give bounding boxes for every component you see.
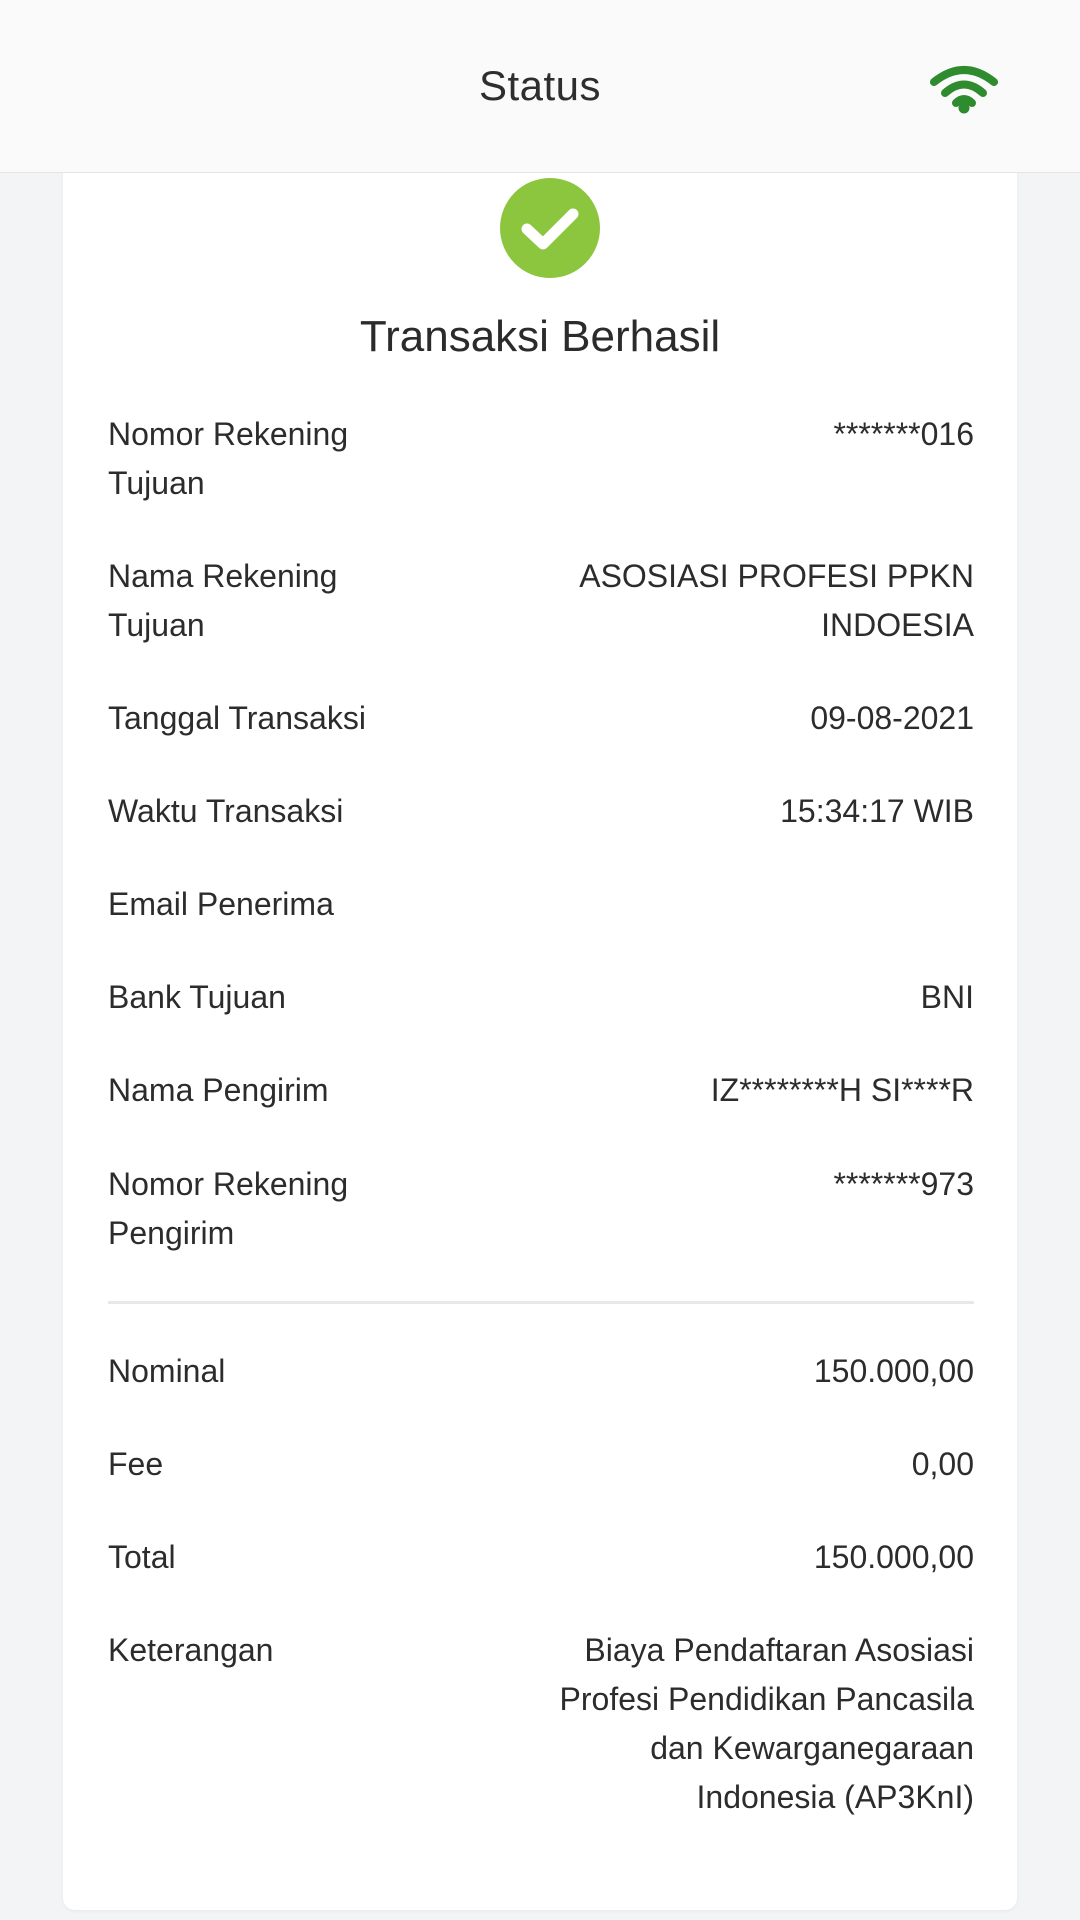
detail-row-destination-bank: Bank Tujuan BNI: [108, 973, 974, 1023]
amount-row-fee: Fee 0,00: [108, 1440, 974, 1490]
amount-label: Keterangan: [108, 1632, 274, 1668]
detail-row-destination-account-number: Nomor Rekening Tujuan *******016: [108, 410, 974, 510]
detail-row-sender-name: Nama Pengirim IZ********H SI****R: [108, 1066, 974, 1116]
detail-label: Nama Pengirim: [108, 1072, 329, 1108]
amount-value: Biaya Pendaftaran Asosiasi Profesi Pendi…: [559, 1632, 974, 1815]
amount-label: Fee: [108, 1446, 164, 1482]
amount-value: 0,00: [911, 1446, 974, 1482]
detail-row-sender-account-number: Nomor Rekening Pengirim *******973: [108, 1160, 974, 1260]
wifi-icon: [930, 66, 998, 114]
amount-value: 150.000,00: [813, 1353, 974, 1389]
detail-value: BNI: [920, 979, 974, 1015]
detail-label: Waktu Transaksi: [108, 793, 344, 829]
transaction-status-title: Transaksi Berhasil: [359, 312, 721, 361]
detail-value: 09-08-2021: [810, 700, 974, 736]
detail-row-transaction-time: Waktu Transaksi 15:34:17 WIB: [108, 787, 974, 837]
detail-label: Bank Tujuan: [108, 979, 286, 1015]
detail-label: Nomor Rekening Tujuan: [108, 416, 349, 501]
detail-value: IZ********H SI****R: [710, 1072, 974, 1108]
check-circle-icon: [500, 178, 600, 278]
detail-value: *******973: [833, 1166, 974, 1202]
detail-label: Nama Rekening Tujuan: [108, 558, 338, 643]
detail-row-transaction-date: Tanggal Transaksi 09-08-2021: [108, 694, 974, 744]
amount-label: Total: [108, 1539, 176, 1575]
detail-value: ASOSIASI PROFESI PPKN INDOESIA: [579, 558, 974, 643]
detail-label: Nomor Rekening Pengirim: [108, 1166, 349, 1251]
detail-row-destination-account-name: Nama Rekening Tujuan ASOSIASI PROFESI PP…: [108, 552, 974, 652]
detail-value: 15:34:17 WIB: [780, 793, 974, 829]
amount-row-total: Total 150.000,00: [108, 1533, 974, 1583]
detail-row-recipient-email: Email Penerima: [108, 880, 974, 930]
app-header: Status: [0, 0, 1080, 173]
amount-value: 150.000,00: [813, 1539, 974, 1575]
divider: [108, 1301, 974, 1304]
page-title: Status: [478, 62, 602, 109]
detail-label: Tanggal Transaksi: [108, 700, 366, 736]
detail-value: *******016: [833, 416, 974, 452]
amount-label: Nominal: [108, 1353, 226, 1389]
amount-row-description: Keterangan Biaya Pendaftaran Asosiasi Pr…: [108, 1626, 974, 1826]
detail-label: Email Penerima: [108, 886, 334, 922]
amount-row-nominal: Nominal 150.000,00: [108, 1347, 974, 1397]
